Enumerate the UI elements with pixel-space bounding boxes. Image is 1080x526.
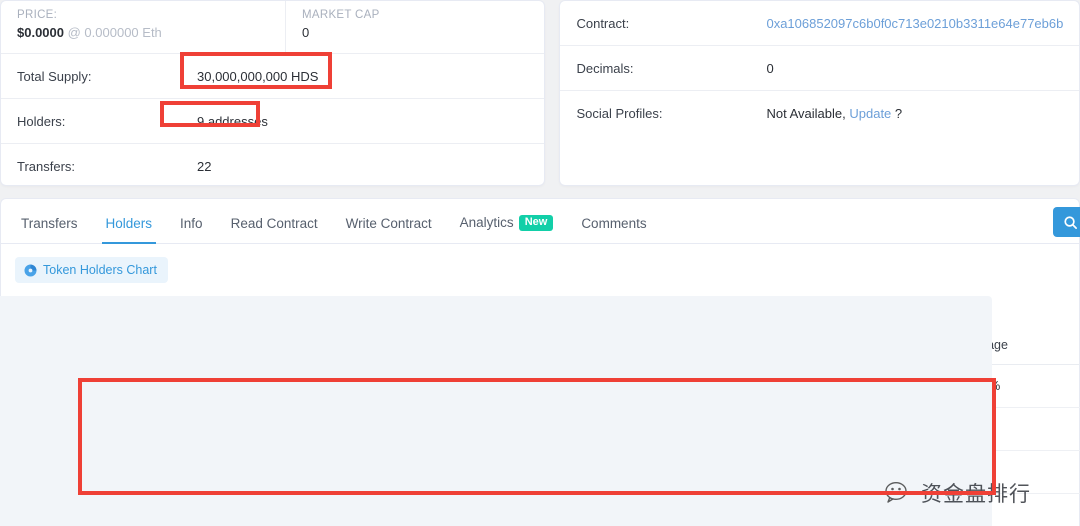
tab-comments-label: Comments — [581, 216, 647, 231]
tab-info[interactable]: Info — [166, 216, 217, 243]
contract-label: Contract: — [576, 15, 630, 31]
pagination-page-indicator: Page 1 of 1 — [0, 296, 993, 526]
tab-write-contract[interactable]: Write Contract — [332, 216, 446, 243]
search-icon — [1063, 215, 1077, 229]
search-button[interactable] — [1053, 207, 1080, 237]
contract-address-link[interactable]: 0xa106852097c6b0f0c713e0210b3311e64e77eb… — [766, 16, 1063, 31]
price-value: $0.0000 — [17, 25, 64, 40]
tab-analytics[interactable]: Analytics New — [446, 215, 568, 243]
new-badge: New — [518, 215, 554, 231]
tab-comments[interactable]: Comments — [567, 216, 660, 243]
market-cap-label: MARKET CAP — [302, 9, 380, 21]
tab-read-contract[interactable]: Read Contract — [217, 216, 332, 243]
chart-button-area: Token Holders Chart — [1, 244, 1079, 283]
price-eth-value: @ 0.000000 Eth — [67, 25, 162, 40]
price-block: PRICE: $0.0000 @ 0.000000 Eth — [1, 1, 286, 53]
market-cap-value: 0 — [302, 25, 310, 40]
tab-info-label: Info — [180, 216, 203, 231]
holders-panel: Transfers Holders Info Read Contract Wri… — [0, 198, 1080, 526]
tab-transfers[interactable]: Transfers — [7, 216, 92, 243]
decimals-value: 0 — [766, 60, 774, 76]
holders-value: 9 addresses — [197, 113, 268, 129]
tab-holders-label: Holders — [105, 216, 153, 231]
tab-write-contract-label: Write Contract — [345, 216, 432, 231]
transfers-value: 22 — [197, 159, 212, 174]
token-holders-chart-button[interactable]: Token Holders Chart — [15, 257, 168, 283]
total-supply-value: 30,000,000,000 HDS — [197, 68, 319, 84]
summary-cards: PRICE: $0.0000 @ 0.000000 Eth MARKET CAP… — [0, 0, 1080, 186]
token-page: PRICE: $0.0000 @ 0.000000 Eth MARKET CAP… — [0, 0, 1080, 526]
decimals-row: Decimals: 0 — [560, 46, 1079, 91]
tab-bar: Transfers Holders Info Read Contract Wri… — [1, 199, 1080, 244]
overview-card: PRICE: $0.0000 @ 0.000000 Eth MARKET CAP… — [0, 0, 546, 189]
contract-row: Contract: 0xa106852097c6b0f0c713e0210b33… — [560, 1, 1079, 46]
watermark-text: 资金盘排行 — [921, 482, 1031, 506]
total-supply-row: Total Supply: 30,000,000,000 HDS — [1, 54, 545, 99]
transfers-label: Transfers: — [17, 159, 76, 174]
decimals-label: Decimals: — [576, 60, 634, 76]
market-cap-block: MARKET CAP 0 — [286, 1, 544, 53]
total-supply-label: Total Supply: — [17, 68, 92, 84]
holders-label: Holders: — [17, 113, 66, 129]
tab-read-contract-label: Read Contract — [230, 216, 318, 231]
social-profiles-row: Social Profiles: Not Available, Update ? — [560, 91, 1079, 136]
pie-chart-icon — [24, 263, 37, 277]
contract-details-card: Contract: 0xa106852097c6b0f0c713e0210b33… — [559, 0, 1080, 186]
price-value-row: $0.0000 @ 0.000000 Eth — [17, 23, 285, 43]
holders-row: Holders: 9 addresses — [1, 99, 545, 144]
social-profiles-value-wrap: Not Available, Update ? — [766, 106, 902, 121]
watermark: 资金盘排行 — [885, 478, 1031, 508]
transfers-row: Transfers: 22 — [1, 144, 544, 189]
social-profiles-value: Not Available, — [766, 106, 846, 121]
tab-analytics-label: Analytics — [459, 215, 514, 230]
price-label: PRICE: — [17, 9, 58, 21]
social-profiles-label: Social Profiles: — [576, 106, 663, 121]
contract-value-wrap: 0xa106852097c6b0f0c713e0210b3311e64e77eb… — [766, 16, 1063, 31]
tab-transfers-label: Transfers — [21, 216, 78, 231]
social-update-link[interactable]: Update — [849, 106, 891, 121]
tab-holders[interactable]: Holders — [92, 216, 167, 244]
price-market-row: PRICE: $0.0000 @ 0.000000 Eth MARKET CAP… — [1, 1, 545, 54]
social-help-mark: ? — [894, 106, 903, 121]
wechat-logo-icon — [885, 481, 907, 503]
token-holders-chart-label: Token Holders Chart — [43, 263, 157, 277]
